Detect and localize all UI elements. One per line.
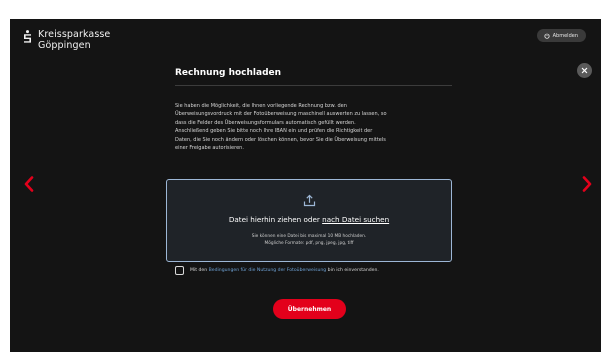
dialog-title: Rechnung hochladen	[175, 68, 282, 78]
dropzone-main-text: Datei hierhin ziehen oder nach Datei suc…	[167, 215, 451, 224]
description-line: Anschließend geben Sie bitte noch Ihre I…	[175, 128, 373, 135]
chevron-left-icon[interactable]	[24, 176, 34, 192]
submit-label: Übernehmen	[287, 305, 332, 313]
chevron-right-icon[interactable]	[582, 176, 592, 192]
brand-line-2: Göppingen	[38, 40, 91, 51]
terms-consent: Mit den Bedingungen für die Nutzung der …	[175, 266, 379, 275]
title-divider	[175, 85, 452, 86]
app-screen: Kreissparkasse Göppingen Abmelden Rechnu…	[10, 19, 601, 352]
logout-button[interactable]: Abmelden	[536, 29, 586, 42]
browse-files-link[interactable]: nach Datei suchen	[322, 215, 389, 224]
terms-prefix: Mit den	[190, 268, 209, 273]
close-dialog-button[interactable]	[577, 63, 592, 78]
dropzone-prompt: Datei hierhin ziehen oder	[228, 215, 323, 224]
size-limit-note: Sie können eine Datei bis maximal 10 MB …	[251, 234, 367, 239]
dialog-description: Sie haben die Möglichkeit, die Ihnen vor…	[175, 102, 460, 152]
brand-line-1: Kreissparkasse	[38, 29, 111, 40]
dropzone-note: Sie können eine Datei bis maximal 10 MB …	[167, 233, 451, 247]
brand-name: Kreissparkasse Göppingen	[38, 29, 110, 51]
logout-label: Abmelden	[552, 32, 578, 39]
description-line: Daten, die Sie noch ändern oder löschen …	[175, 136, 386, 143]
description-line: dass die Felder des Überweisungsformular…	[175, 119, 356, 126]
terms-suffix: bin ich einverstanden.	[326, 268, 379, 273]
terms-checkbox[interactable]	[175, 266, 184, 275]
file-dropzone[interactable]: Datei hierhin ziehen oder nach Datei suc…	[166, 179, 452, 262]
terms-link[interactable]: Bedingungen für die Nutzung der Fotoüber…	[209, 268, 327, 273]
formats-note: Mögliche Formate: pdf, png, jpeg, jpg, t…	[264, 241, 354, 246]
description-line: Sie haben die Möglichkeit, die Ihnen vor…	[175, 103, 347, 109]
sparkasse-s-icon	[24, 30, 31, 43]
brand: Kreissparkasse Göppingen	[23, 29, 110, 51]
description-line: Überweisungsvordruck mit der Fotoüberwei…	[175, 111, 387, 118]
power-icon	[544, 32, 550, 39]
close-icon	[581, 67, 588, 74]
terms-text: Mit den Bedingungen für die Nutzung der …	[190, 268, 379, 273]
submit-button[interactable]: Übernehmen	[273, 299, 346, 319]
description-line: einer Freigabe autorisieren.	[175, 145, 244, 152]
upload-icon	[303, 194, 316, 207]
